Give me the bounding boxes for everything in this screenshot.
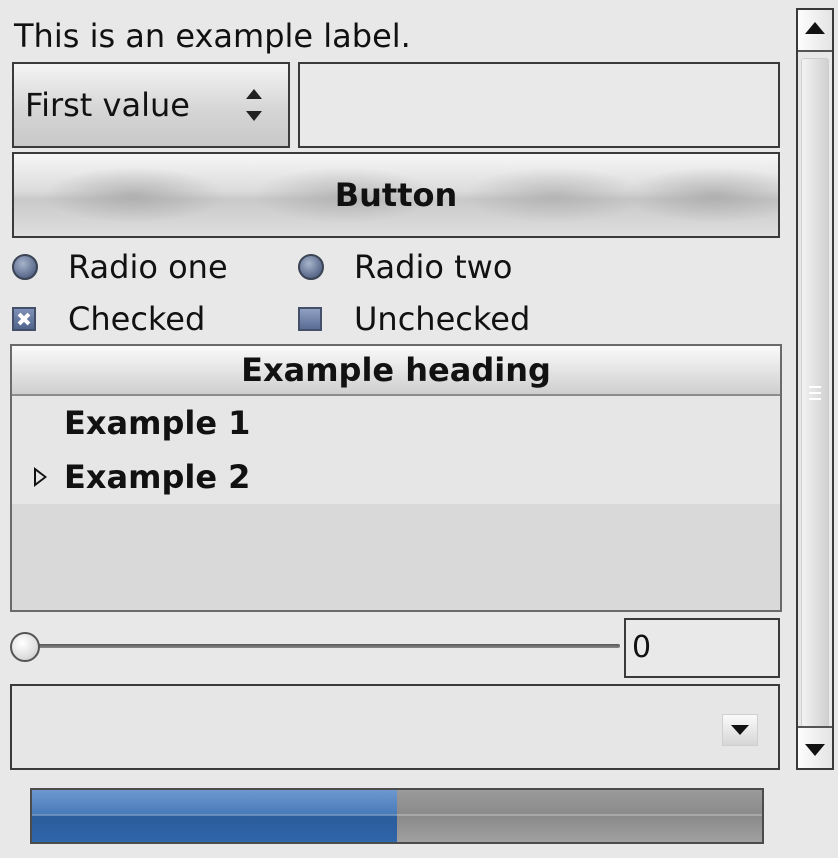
checkbox-checked[interactable]: Checked: [12, 298, 205, 340]
slider-value-field[interactable]: 0: [624, 618, 780, 678]
tree-row-label: Example 2: [64, 458, 251, 496]
spin-button[interactable]: First value: [12, 62, 290, 148]
tree-row[interactable]: Example 2: [12, 450, 780, 504]
widget-window: This is an example label. First value Bu…: [0, 0, 838, 858]
spin-up-arrow-icon[interactable]: [246, 89, 262, 99]
arrow-down-icon[interactable]: [798, 726, 832, 768]
radio-indicator[interactable]: [298, 254, 324, 280]
tree-row[interactable]: Example 1: [12, 396, 780, 450]
grip-line: [809, 386, 821, 388]
tree-view[interactable]: Example heading Example 1 Example 2: [10, 344, 782, 612]
tree-rows: Example 1 Example 2: [12, 396, 780, 504]
progress-fill: [32, 790, 397, 842]
triangle-right-icon[interactable]: [34, 467, 47, 487]
radio-two-label: Radio two: [354, 248, 513, 286]
text-entry[interactable]: [298, 62, 780, 148]
radio-indicator[interactable]: [12, 254, 38, 280]
example-button[interactable]: Button: [12, 152, 780, 238]
radio-one[interactable]: Radio one: [12, 246, 228, 288]
tree-column-header[interactable]: Example heading: [12, 346, 780, 396]
slider-handle[interactable]: [10, 632, 40, 662]
up-down-arrows-icon[interactable]: [242, 85, 266, 125]
checkbox-unchecked-label: Unchecked: [354, 300, 531, 338]
checkbox-box[interactable]: [298, 307, 322, 331]
scrollbar-thumb[interactable]: [801, 58, 829, 728]
chevron-down-icon[interactable]: [722, 714, 758, 746]
radio-one-label: Radio one: [68, 248, 228, 286]
arrow-up-icon[interactable]: [798, 10, 832, 52]
combo-box[interactable]: [10, 684, 780, 770]
progress-highlight: [32, 814, 762, 816]
radio-two[interactable]: Radio two: [298, 246, 512, 288]
tree-heading: Example heading: [241, 351, 551, 389]
checkmark-icon[interactable]: [12, 307, 36, 331]
vertical-scrollbar[interactable]: [796, 8, 834, 770]
grip-line: [809, 398, 821, 400]
grip-line: [809, 392, 821, 394]
progress-bar: [30, 788, 764, 844]
spin-value: First value: [25, 86, 190, 124]
example-label: This is an example label.: [14, 17, 411, 55]
spin-down-arrow-icon[interactable]: [246, 111, 262, 121]
button-label: Button: [334, 176, 458, 214]
tree-row-label: Example 1: [64, 404, 251, 442]
checkbox-checked-label: Checked: [68, 300, 206, 338]
checkbox-unchecked[interactable]: Unchecked: [298, 298, 530, 340]
slider-track[interactable]: [20, 644, 620, 648]
